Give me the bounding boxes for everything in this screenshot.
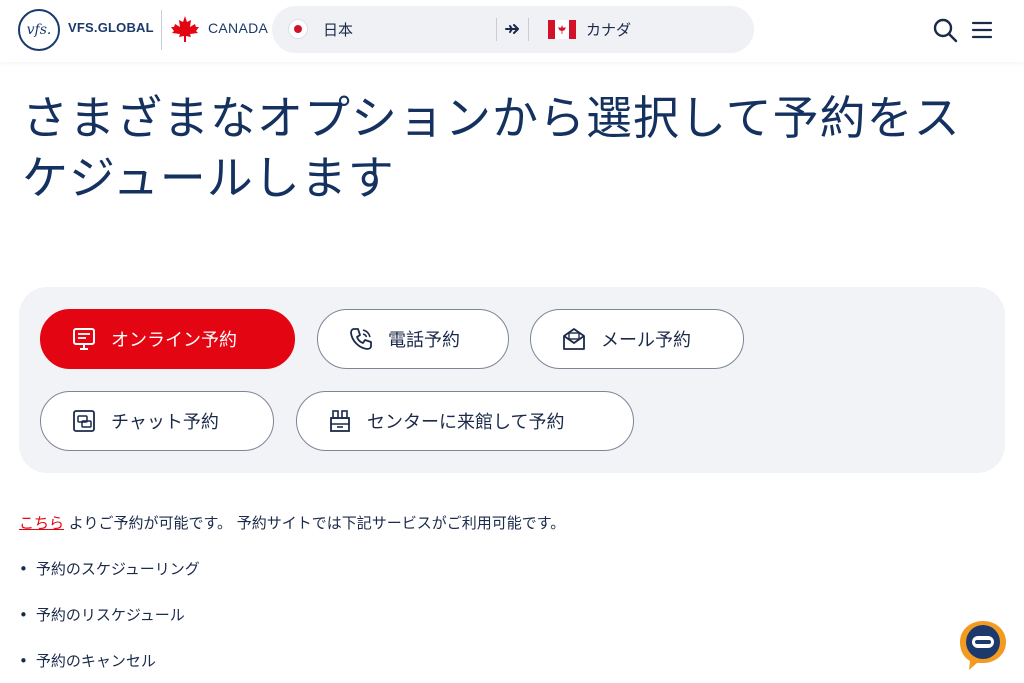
chat-icon bbox=[73, 410, 95, 432]
option-phone-button[interactable]: 電話予約 bbox=[317, 309, 509, 369]
japan-flag-icon bbox=[288, 19, 308, 39]
plane-icon bbox=[505, 24, 519, 34]
list-item: 予約のキャンセル bbox=[19, 650, 200, 683]
page-title: さまざまなオプションから選択して予約をスケジュールします bbox=[22, 91, 961, 205]
monitor-icon bbox=[73, 328, 95, 350]
route-to[interactable]: カナダ bbox=[586, 19, 631, 40]
menu-icon[interactable] bbox=[971, 19, 993, 41]
option-center-button[interactable]: センターに来館して予約 bbox=[296, 391, 634, 451]
canada-flag-icon bbox=[548, 20, 576, 39]
option-online-button[interactable]: オンライン予約 bbox=[40, 309, 295, 369]
route-selector[interactable]: 日本 カナダ bbox=[272, 6, 754, 53]
search-icon[interactable] bbox=[932, 17, 958, 43]
route-divider bbox=[528, 18, 529, 41]
site-header: vfs. VFS.GLOBAL CANADA 日本 カナダ bbox=[0, 0, 1024, 62]
chatbot-icon[interactable] bbox=[955, 617, 1011, 673]
phone-icon bbox=[350, 328, 372, 350]
logo-mark: vfs. bbox=[26, 22, 52, 38]
country-label[interactable]: CANADA bbox=[208, 20, 268, 36]
logo-text[interactable]: VFS.GLOBAL bbox=[68, 20, 154, 35]
maple-leaf-icon bbox=[171, 16, 199, 42]
option-label: チャット予約 bbox=[111, 412, 219, 433]
option-label: 電話予約 bbox=[388, 330, 460, 351]
intro-paragraph: こちら よりご予約が可能です。 予約サイトでは下記サービスがご利用可能です。 bbox=[19, 512, 565, 533]
booking-link[interactable]: こちら bbox=[19, 514, 64, 532]
option-mail-button[interactable]: メール予約 bbox=[530, 309, 744, 369]
booking-options-panel: オンライン予約 電話予約 メール予約 チャット予約 センターに来館して予約 bbox=[19, 287, 1005, 473]
option-label: メール予約 bbox=[601, 330, 691, 351]
header-divider bbox=[161, 10, 162, 50]
route-from[interactable]: 日本 bbox=[323, 19, 353, 40]
option-label: センターに来館して予約 bbox=[367, 412, 565, 433]
route-divider bbox=[496, 18, 497, 41]
intro-text: よりご予約が可能です。 予約サイトでは下記サービスがご利用可能です。 bbox=[64, 514, 566, 532]
list-item: 予約のスケジューリング bbox=[19, 558, 200, 604]
vfs-logo-icon[interactable]: vfs. bbox=[18, 9, 60, 51]
services-list: 予約のスケジューリング 予約のリスケジュール 予約のキャンセル bbox=[19, 558, 200, 683]
option-chat-button[interactable]: チャット予約 bbox=[40, 391, 274, 451]
envelope-icon bbox=[563, 328, 585, 350]
option-label: オンライン予約 bbox=[111, 330, 237, 351]
building-icon bbox=[330, 410, 350, 432]
list-item: 予約のリスケジュール bbox=[19, 604, 200, 650]
